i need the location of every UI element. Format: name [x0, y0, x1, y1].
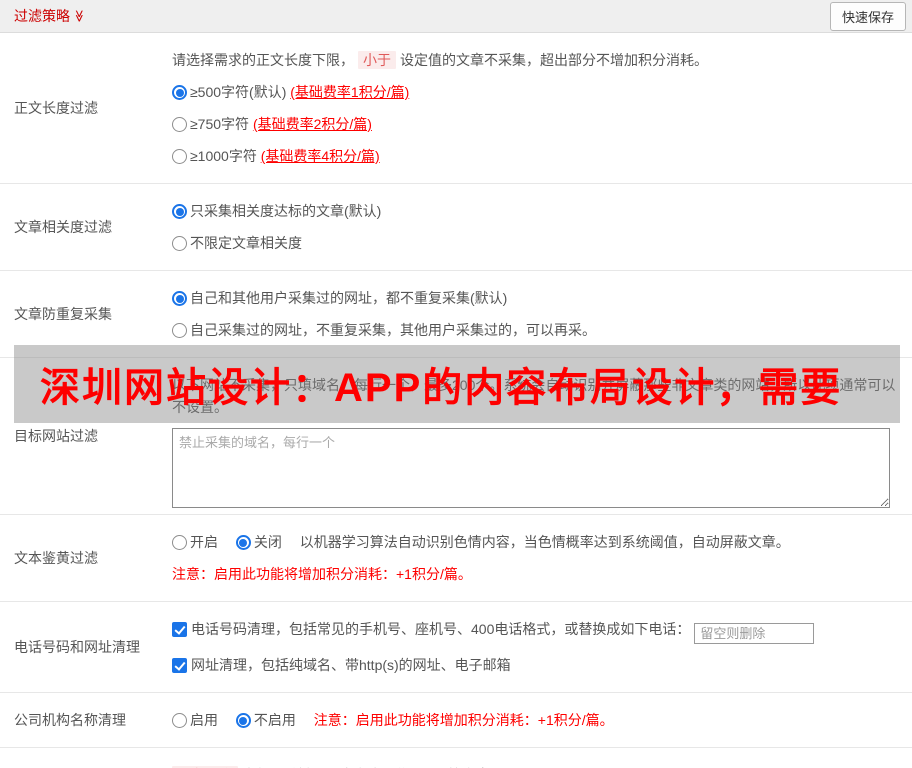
fee-note-500: (基础费率1积分/篇)	[290, 84, 410, 100]
row-label-relevance: 文章相关度过滤	[14, 219, 112, 235]
target-site-description: 以下网站不采集，只填域名，每行一个，最多200个。系统会自动识别并屏蔽那些非文章…	[172, 377, 896, 415]
radio-porn-filter-off[interactable]	[235, 535, 251, 550]
radio-relevance-any[interactable]	[172, 236, 187, 251]
less-than-chip: 小于	[358, 51, 396, 69]
fee-note-750: (基础费率2积分/篇)	[252, 116, 372, 132]
content-length-option-500: ≥500字符(默认) (基础费率1积分/篇)	[172, 81, 904, 103]
replacement-phone-input[interactable]	[694, 623, 815, 644]
row-label-dedup: 文章防重复采集	[14, 306, 112, 322]
radio-500-chars[interactable]	[172, 85, 187, 100]
relevance-option-any: 不限定文章相关度	[172, 232, 904, 254]
quick-save-button[interactable]: 快速保存	[829, 1, 906, 31]
row-content-length-filter: 正文长度过滤 请选择需求的正文长度下限， 小于 设定值的文章不采集，超出部分不增加积…	[0, 33, 912, 184]
row-label-company-clean: 公司机构名称清理	[14, 712, 126, 728]
row-keyword-dedup: 关键词防重复采集 私有词库中每个关键词最多允许采集篇文章。 如果留空或设为0，则…	[0, 748, 912, 768]
content-length-option-1000: ≥1000字符 (基础费率4积分/篇)	[172, 145, 904, 167]
checkbox-url-clean[interactable]	[172, 658, 187, 673]
topbar: 过滤策略 ≫ 快速保存	[0, 0, 912, 33]
row-label-phone-url-clean: 电话号码和网址清理	[14, 639, 140, 655]
radio-dedup-all-users[interactable]	[172, 291, 187, 306]
row-relevance-filter: 文章相关度过滤 只采集相关度达标的文章(默认) 不限定文章相关度	[0, 184, 912, 271]
dedup-option-all-users: 自己和其他用户采集过的网址，都不重复采集(默认)	[172, 287, 904, 309]
fee-note-1000: (基础费率4积分/篇)	[260, 148, 380, 164]
url-clean-line: 网址清理，包括纯域名、带http(s)的网址、电子邮箱	[172, 654, 904, 676]
dedup-option-self-only: 自己采集过的网址，不重复采集，其他用户采集过的，可以再采。	[172, 319, 904, 341]
content-length-intro: 请选择需求的正文长度下限， 小于 设定值的文章不采集，超出部分不增加积分消耗。	[172, 51, 708, 69]
radio-porn-filter-on[interactable]	[172, 535, 187, 550]
checkbox-phone-clean[interactable]	[172, 622, 187, 637]
row-label-content-length: 正文长度过滤	[14, 100, 98, 116]
section-title-filter-strategy[interactable]: 过滤策略 ≫	[14, 6, 86, 26]
relevance-option-strict: 只采集相关度达标的文章(默认)	[172, 200, 904, 222]
radio-dedup-self-only[interactable]	[172, 323, 187, 338]
porn-filter-cost-note: 注意：启用此功能将增加积分消耗：+1积分/篇。	[172, 566, 472, 582]
row-porn-filter: 文本鉴黄过滤 开启 关闭 以机器学习算法自动识别色情内容，当色情概率达到系统阈值…	[0, 515, 912, 602]
radio-relevance-strict[interactable]	[172, 204, 187, 219]
radio-company-clean-off[interactable]	[235, 713, 251, 728]
porn-filter-description: 以机器学习算法自动识别色情内容，当色情概率达到系统阈值，自动屏蔽文章。	[299, 534, 790, 550]
row-label-target-site: 目标网站过滤	[14, 428, 98, 444]
row-target-site-filter: 目标网站过滤 以下网站不采集，只填域名，每行一个，最多200个。系统会自动识别并…	[0, 358, 912, 515]
porn-filter-options: 开启 关闭 以机器学习算法自动识别色情内容，当色情概率达到系统阈值，自动屏蔽文章…	[172, 531, 904, 553]
company-clean-options: 启用 不启用 注意：启用此功能将增加积分消耗：+1积分/篇。	[172, 709, 904, 731]
section-title-label: 过滤策略	[14, 8, 70, 24]
keyword-dedup-line1: 私有词库中每个关键词最多允许采集篇文章。	[172, 764, 904, 768]
radio-1000-chars[interactable]	[172, 149, 187, 164]
row-label-keyword-dedup: 关键词防重复采集	[0, 748, 172, 768]
filter-strategy-page: 过滤策略 ≫ 快速保存 正文长度过滤 请选择需求的正文长度下限， 小于 设定值的文章不…	[0, 0, 912, 768]
phone-clean-line: 电话号码清理，包括常见的手机号、座机号、400电话格式，或替换成如下电话：	[172, 618, 904, 644]
blocked-domains-textarea[interactable]	[172, 428, 890, 508]
chevron-down-icon: ≫	[72, 9, 87, 23]
row-label-porn-filter: 文本鉴黄过滤	[14, 550, 98, 566]
row-company-clean: 公司机构名称清理 启用 不启用 注意：启用此功能将增加积分消耗：+1积分/篇。	[0, 693, 912, 748]
row-phone-url-clean: 电话号码和网址清理 电话号码清理，包括常见的手机号、座机号、400电话格式，或替…	[0, 602, 912, 693]
radio-750-chars[interactable]	[172, 117, 187, 132]
radio-company-clean-on[interactable]	[172, 713, 187, 728]
content-length-option-750: ≥750字符 (基础费率2积分/篇)	[172, 113, 904, 135]
company-clean-cost-note: 注意：启用此功能将增加积分消耗：+1积分/篇。	[313, 712, 614, 728]
row-dedup-collection: 文章防重复采集 自己和其他用户采集过的网址，都不重复采集(默认) 自己采集过的网…	[0, 271, 912, 358]
